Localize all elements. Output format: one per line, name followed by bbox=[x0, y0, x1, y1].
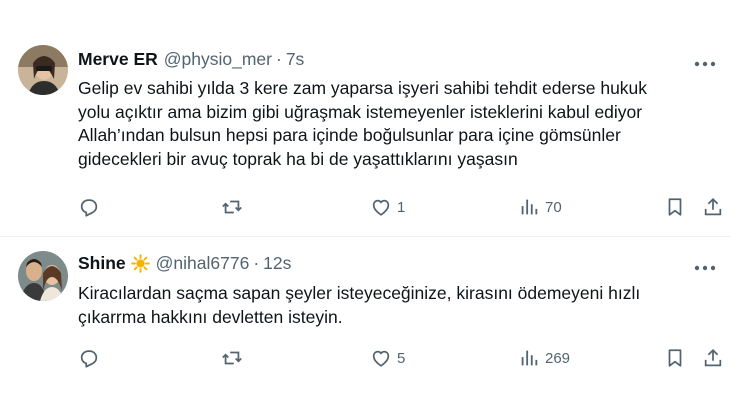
reply-button[interactable] bbox=[78, 345, 100, 371]
display-name[interactable]: Merve ER bbox=[78, 49, 158, 70]
action-bar: 1 70 bbox=[0, 194, 730, 220]
timestamp[interactable]: 12s bbox=[263, 253, 291, 274]
heart-icon bbox=[372, 350, 390, 367]
like-button[interactable]: 1 bbox=[370, 194, 405, 220]
bookmark-icon bbox=[668, 198, 682, 216]
tweet-header: Shine @nihal6776 · 12s bbox=[78, 251, 291, 275]
user-handle[interactable]: @nihal6776 bbox=[156, 253, 250, 274]
tweet[interactable]: Merve ER @physio_mer · 7s Gelip ev sahib… bbox=[0, 0, 730, 236]
more-icon[interactable] bbox=[694, 55, 716, 67]
retweet-icon bbox=[222, 351, 242, 365]
tweet-text-line: çıkarrma hakkını devletten isteyin. bbox=[78, 306, 343, 327]
views-icon bbox=[521, 350, 538, 366]
tweet-text: Kiracılardan saçma sapan şeyler isteyece… bbox=[78, 282, 718, 329]
separator: · bbox=[253, 252, 260, 273]
like-button[interactable]: 5 bbox=[370, 345, 405, 371]
tweet-text: Gelip ev sahibi yılda 3 kere zam yaparsa… bbox=[78, 77, 718, 171]
avatar[interactable] bbox=[18, 251, 68, 301]
view-count: 269 bbox=[545, 349, 571, 367]
share-button[interactable] bbox=[702, 194, 724, 220]
tweet-text-line: gidecekleri bir avuç toprak ha bi de yaş… bbox=[78, 148, 518, 169]
retweet-button[interactable] bbox=[221, 194, 243, 220]
views-button[interactable]: 70 bbox=[518, 194, 562, 220]
retweet-icon bbox=[222, 200, 242, 214]
separator: · bbox=[276, 48, 282, 69]
retweet-button[interactable] bbox=[221, 345, 243, 371]
view-count: 70 bbox=[545, 198, 562, 216]
share-button[interactable] bbox=[702, 345, 724, 371]
tweet-text-line: Kiracılardan saçma sapan şeyler isteyece… bbox=[78, 283, 641, 303]
tweet-text-line: Allah’ından bulsun hepsi para içinde boğ… bbox=[78, 125, 621, 145]
like-count: 1 bbox=[397, 198, 406, 216]
tweet-text-line: Gelip ev sahibi yılda 3 kere zam yaparsa… bbox=[78, 78, 648, 98]
reply-icon bbox=[80, 199, 98, 217]
display-name[interactable]: Shine bbox=[78, 253, 126, 274]
share-icon bbox=[704, 348, 722, 367]
avatar-photo bbox=[18, 45, 68, 95]
like-count: 5 bbox=[397, 349, 406, 367]
bookmark-icon bbox=[668, 349, 682, 367]
views-button[interactable]: 269 bbox=[518, 345, 570, 371]
avatar-photo bbox=[18, 251, 68, 301]
reply-icon bbox=[80, 350, 98, 368]
bookmark-button[interactable] bbox=[664, 345, 686, 371]
sun-emoji-icon bbox=[130, 253, 150, 273]
views-icon bbox=[521, 199, 538, 215]
tweet-text-line: yolu açıktır ama bizim gibi uğraşmak ist… bbox=[78, 101, 643, 122]
bookmark-button[interactable] bbox=[664, 194, 686, 220]
reply-button[interactable] bbox=[78, 194, 100, 220]
timestamp[interactable]: 7s bbox=[286, 49, 304, 70]
tweet-header: Merve ER @physio_mer · 7s bbox=[78, 47, 304, 71]
tweet[interactable]: Shine @nihal6776 · 12s Kiracılardan saçm… bbox=[0, 237, 730, 420]
share-icon bbox=[704, 197, 722, 216]
avatar[interactable] bbox=[18, 45, 68, 95]
heart-icon bbox=[372, 199, 390, 216]
more-icon[interactable] bbox=[694, 259, 716, 271]
action-bar: 5 269 bbox=[0, 345, 730, 371]
user-handle[interactable]: @physio_mer bbox=[164, 49, 272, 70]
